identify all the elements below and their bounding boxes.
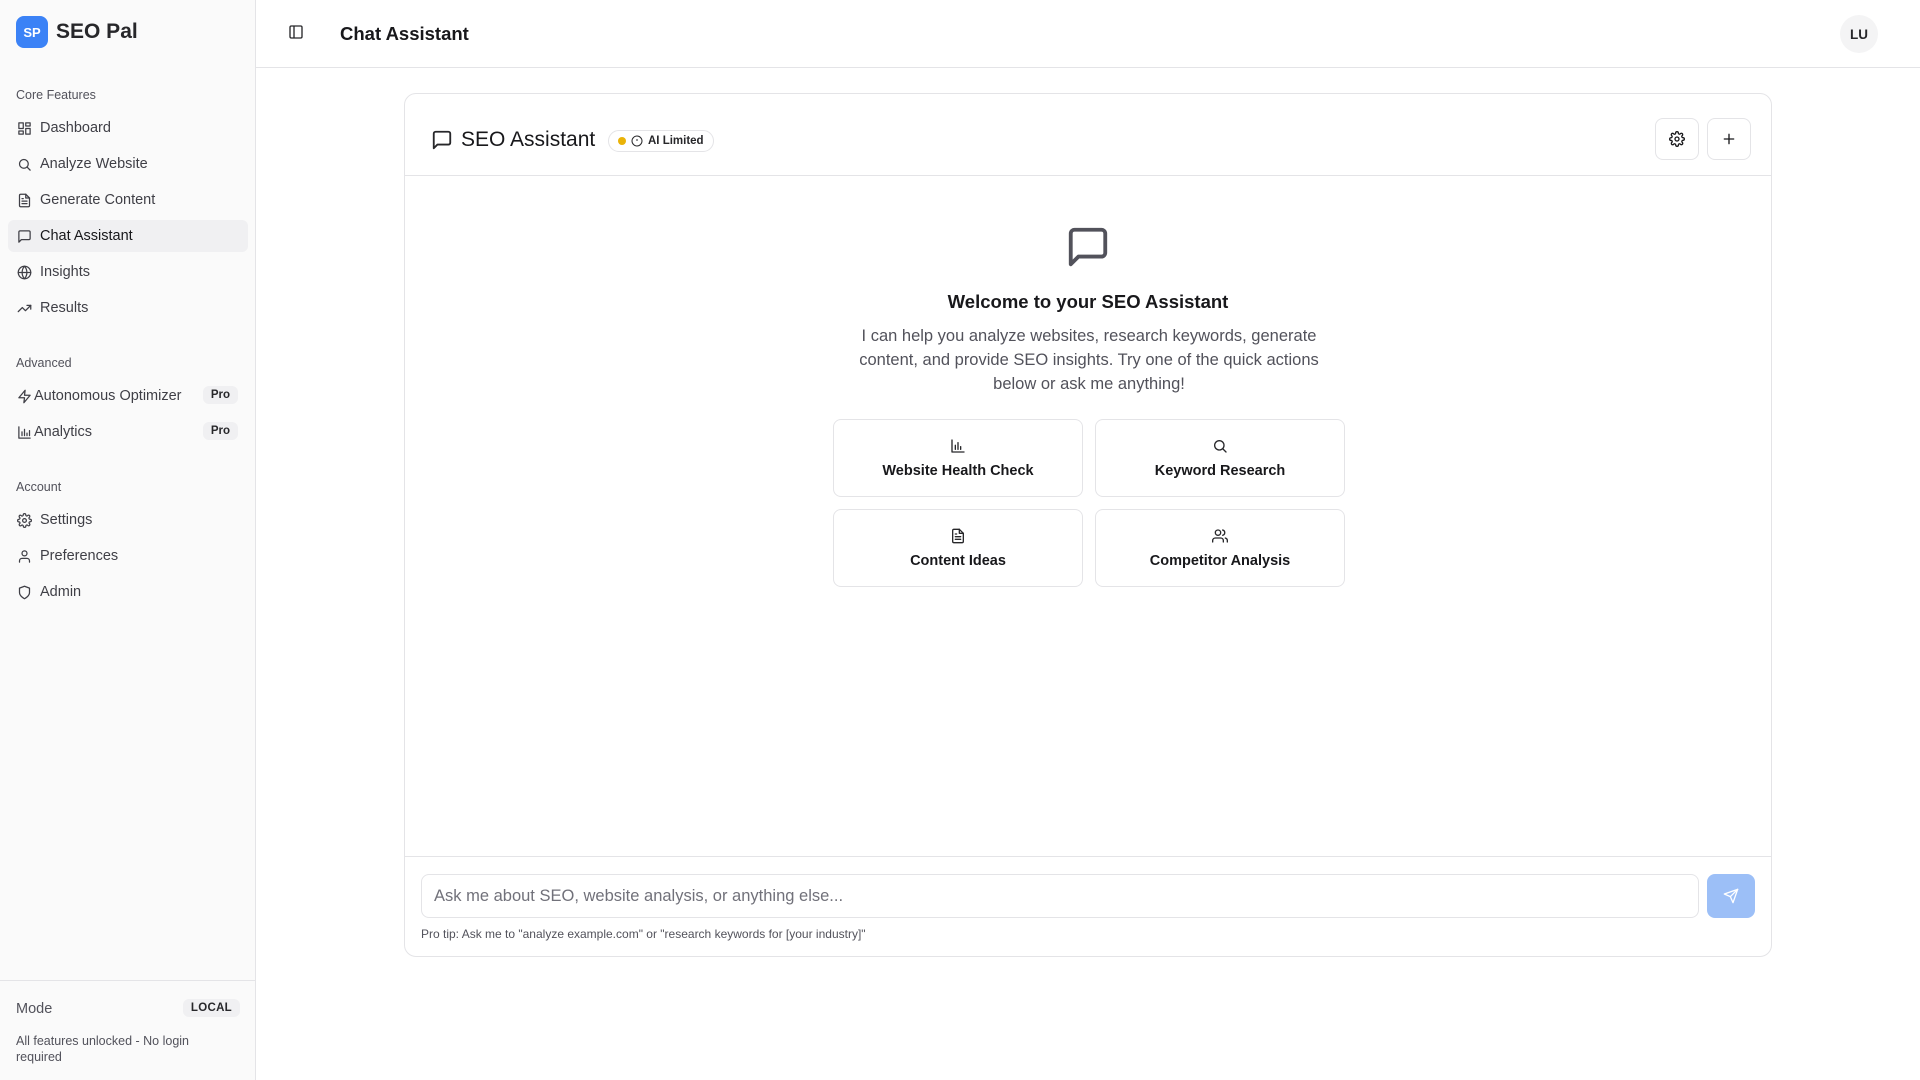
section-label-core-features: Core Features (16, 88, 96, 102)
sidebar: SP SEO Pal Core Features Dashboard Analy… (0, 0, 256, 1080)
topbar: Chat Assistant LU (256, 0, 1920, 68)
status-label: AI Limited (648, 135, 704, 147)
alert-circle-icon (631, 135, 643, 147)
mode-badge: LOCAL (182, 999, 240, 1017)
plus-icon (1721, 131, 1737, 147)
sidebar-item-label: Settings (40, 512, 93, 528)
section-label-advanced: Advanced (16, 356, 72, 370)
mode-description: All features unlocked - No login require… (16, 1034, 190, 1064)
zap-icon (16, 388, 32, 404)
mode-label: Mode (16, 1001, 53, 1017)
chat-title: SEO Assistant (461, 128, 596, 151)
sidebar-item-analytics[interactable]: Analytics Pro (8, 416, 248, 448)
page-title: Chat Assistant (340, 23, 469, 44)
status-badge: AI Limited (608, 130, 714, 152)
file-text-icon (950, 528, 966, 544)
chat-card: SEO Assistant AI Limited Welcome to your… (404, 93, 1772, 957)
sidebar-item-autonomous-optimizer[interactable]: Autonomous Optimizer Pro (8, 380, 248, 412)
sidebar-item-analyze-website[interactable]: Analyze Website (8, 148, 248, 180)
sidebar-item-label: Generate Content (40, 192, 156, 208)
pro-badge: Pro (202, 386, 238, 404)
sidebar-footer: Mode LOCAL All features unlocked - No lo… (0, 980, 256, 1080)
sidebar-item-label: Preferences (40, 548, 119, 564)
quick-action-label: Competitor Analysis (1149, 552, 1291, 569)
message-square-icon (431, 129, 453, 151)
users-icon (1212, 528, 1228, 544)
send-icon (1723, 888, 1739, 904)
sidebar-item-label: Analyze Website (40, 156, 148, 172)
search-icon (16, 156, 32, 172)
sidebar-item-label: Admin (40, 584, 82, 600)
pro-tip: Pro tip: Ask me to "analyze example.com"… (421, 927, 866, 941)
sidebar-item-preferences[interactable]: Preferences (8, 540, 248, 572)
sidebar-toggle-button[interactable] (288, 24, 308, 44)
gear-icon (16, 512, 32, 528)
chat-input[interactable] (421, 874, 1699, 918)
sidebar-item-settings[interactable]: Settings (8, 504, 248, 536)
search-icon (1212, 438, 1228, 454)
section-label-account: Account (16, 480, 62, 494)
sidebar-item-dashboard[interactable]: Dashboard (8, 112, 248, 144)
sidebar-item-insights[interactable]: Insights (8, 256, 248, 288)
sidebar-item-label: Insights (40, 264, 90, 280)
bar-chart-icon (950, 438, 966, 454)
brand[interactable]: SP SEO Pal (16, 16, 138, 48)
globe-icon (16, 264, 32, 280)
shield-icon (16, 584, 32, 600)
sidebar-item-chat-assistant[interactable]: Chat Assistant (8, 220, 248, 252)
bar-chart-icon (16, 424, 32, 440)
message-square-icon (1065, 224, 1111, 270)
quick-action-label: Keyword Research (1154, 462, 1286, 479)
send-button[interactable] (1707, 874, 1755, 918)
new-chat-button[interactable] (1707, 118, 1751, 160)
sidebar-item-generate-content[interactable]: Generate Content (8, 184, 248, 216)
welcome-title: Welcome to your SEO Assistant (947, 291, 1229, 312)
pro-badge: Pro (202, 422, 238, 440)
sidebar-item-admin[interactable]: Admin (8, 576, 248, 608)
sidebar-item-results[interactable]: Results (8, 292, 248, 324)
sidebar-item-label: Autonomous Optimizer (34, 388, 182, 404)
quick-action-website-health-check[interactable]: Website Health Check (833, 419, 1083, 497)
quick-action-competitor-analysis[interactable]: Competitor Analysis (1095, 509, 1345, 587)
panel-left-icon (288, 25, 304, 44)
chat-input-area: Pro tip: Ask me to "analyze example.com"… (405, 856, 1771, 956)
trending-up-icon (16, 300, 32, 316)
brand-logo: SP (16, 16, 48, 48)
message-square-icon (16, 228, 32, 244)
sidebar-item-label: Analytics (34, 424, 93, 440)
chat-settings-button[interactable] (1655, 118, 1699, 160)
sidebar-item-label: Chat Assistant (40, 228, 133, 244)
quick-action-label: Website Health Check (882, 462, 1034, 479)
quick-action-content-ideas[interactable]: Content Ideas (833, 509, 1083, 587)
gear-icon (1669, 131, 1685, 147)
sidebar-item-label: Dashboard (40, 120, 111, 136)
file-text-icon (16, 192, 32, 208)
dashboard-icon (16, 120, 32, 136)
status-dot (618, 137, 626, 145)
quick-action-label: Content Ideas (910, 552, 1006, 569)
quick-action-keyword-research[interactable]: Keyword Research (1095, 419, 1345, 497)
sidebar-item-label: Results (40, 300, 89, 316)
user-icon (16, 548, 32, 564)
brand-name: SEO Pal (56, 20, 138, 43)
chat-header: SEO Assistant AI Limited (405, 94, 1771, 176)
welcome-text: I can help you analyze websites, researc… (859, 327, 1319, 393)
avatar[interactable]: LU (1840, 15, 1878, 53)
